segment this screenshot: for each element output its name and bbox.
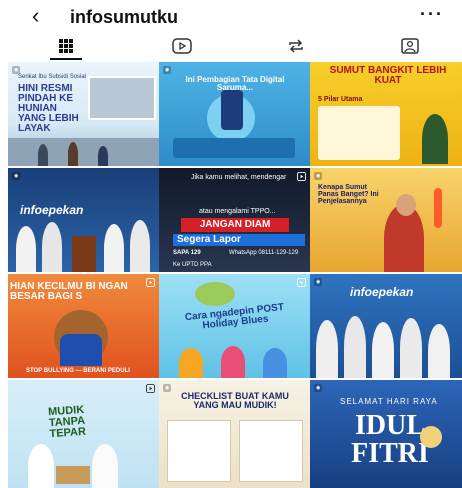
post-subtitle: STOP BULLYING — BERANI PEDULI	[26, 368, 130, 374]
post-tile[interactable]: SUMUT BANGKIT LEBIH KUAT 5 Pilar Utama	[310, 62, 462, 166]
reel-icon	[297, 172, 306, 181]
person-figure	[98, 146, 108, 166]
person-figure	[422, 114, 448, 164]
person-head	[396, 194, 416, 216]
logo: ◉	[163, 66, 172, 74]
tagged-person-icon	[401, 38, 419, 54]
post-tile[interactable]: ◉ CHECKLIST BUAT KAMU YANG MAU MUDIK!	[159, 380, 310, 488]
post-title: CHECKLIST BUAT KAMU YANG MAU MUDIK!	[181, 391, 289, 410]
post-tile[interactable]: ◉ infoepekan	[8, 168, 159, 272]
post-title: Cara ngadepin POST Holiday Blues	[184, 301, 285, 332]
info-box	[173, 138, 295, 158]
profile-tabs	[0, 36, 462, 60]
box-illustration	[56, 466, 90, 484]
post-tile[interactable]: Cara ngadepin POST Holiday Blues	[159, 274, 310, 378]
person-figure	[263, 348, 287, 378]
phone-illustration	[221, 90, 243, 130]
logo: ◉	[314, 384, 323, 392]
grid-icon	[59, 39, 73, 53]
checklist-card	[167, 420, 231, 482]
post-caption: Jika kamu melihat, mendengar	[191, 174, 287, 181]
profile-header: ‹ infosumutku ···	[0, 0, 462, 36]
photo	[8, 138, 159, 166]
tab-reposts[interactable]	[264, 36, 324, 58]
person-figure	[68, 142, 78, 166]
person-figure	[179, 348, 203, 378]
person-figure	[28, 444, 54, 488]
logo: ◉	[314, 278, 323, 286]
post-title: SUMUT BANGKIT LEBIH KUAT	[329, 65, 447, 86]
tab-tagged[interactable]	[378, 36, 438, 58]
checklist-card	[239, 420, 303, 482]
chevron-left-icon[interactable]: ‹	[32, 4, 39, 28]
post-subtitle: Serikat Ibu Subsidi Sosial	[18, 74, 87, 80]
play-icon	[172, 38, 192, 54]
person-figure	[130, 220, 150, 272]
post-title: Kenapa Sumut Panas Banget? Ini Penjelasa…	[318, 184, 379, 205]
person-figure	[316, 320, 338, 378]
person-figure	[38, 144, 48, 166]
character-illustration	[195, 282, 235, 306]
posts-grid: ◉ Serikat Ibu Subsidi Sosial HINI RESMI …	[8, 62, 462, 488]
post-subtitle: Segera Lapor	[173, 234, 305, 246]
reel-icon	[146, 384, 155, 393]
post-tile[interactable]: ◉ Serikat Ibu Subsidi Sosial HINI RESMI …	[8, 62, 159, 166]
profile-username: infosumutku	[70, 7, 178, 27]
photo	[88, 76, 156, 120]
podium	[72, 236, 96, 272]
post-caption: WhatsApp 08111-129-129	[229, 250, 299, 256]
post-tile[interactable]: HIAN KECILMU BI NGAN BESAR BAGI S STOP B…	[8, 274, 159, 378]
thermometer-icon	[434, 188, 442, 228]
post-tile[interactable]: MUDIK TANPA TEPAR	[8, 380, 159, 488]
post-title: HINI RESMI PINDAH KE HUNIAN YANG LEBIH L…	[18, 83, 79, 134]
person-figure	[92, 444, 118, 488]
post-tile[interactable]: ◉ Kenapa Sumut Panas Banget? Ini Penjela…	[310, 168, 462, 272]
reel-icon	[297, 278, 306, 287]
post-caption: atau mengalami TPPO...	[199, 208, 276, 215]
more-options-icon[interactable]: ···	[420, 4, 444, 25]
post-title: MUDIK TANPA TEPAR	[47, 403, 87, 441]
pillar-list	[318, 106, 400, 160]
person-figure	[400, 318, 422, 378]
logo: ◉	[12, 172, 21, 180]
post-title: infoepekan	[20, 203, 84, 217]
post-subtitle: SELAMAT HARI RAYA	[340, 397, 438, 406]
logo: ◉	[314, 172, 323, 180]
moon-icon	[420, 426, 442, 448]
post-caption: Ke UPTD PPA	[173, 262, 212, 268]
logo: ◉	[163, 384, 172, 392]
person-figure	[104, 224, 124, 272]
post-tile[interactable]: ◉ infoepekan	[310, 274, 462, 378]
repost-icon	[289, 39, 303, 53]
person-figure	[16, 226, 36, 272]
person-figure	[42, 222, 62, 272]
post-title: JANGAN DIAM	[181, 218, 289, 232]
tab-reels[interactable]	[150, 36, 210, 58]
logo: ◉	[12, 66, 21, 74]
post-subtitle: 5 Pilar Utama	[318, 96, 363, 103]
post-tile[interactable]: ◉ Ini Pembagian Tata Digital Saruma...	[159, 62, 310, 166]
tab-grid[interactable]	[36, 36, 96, 60]
mascot-illustration	[60, 334, 102, 366]
post-title: infoepekan	[350, 285, 414, 299]
post-tile[interactable]: ◉ SELAMAT HARI RAYA IDUL FITRI	[310, 380, 462, 488]
person-figure	[221, 346, 245, 378]
person-figure	[372, 322, 394, 378]
person-figure	[344, 316, 366, 378]
post-title: HIAN KECILMU BI NGAN BESAR BAGI S	[10, 281, 128, 302]
post-caption: SAPA 129	[173, 250, 201, 256]
post-tile[interactable]: Jika kamu melihat, mendengar atau mengal…	[159, 168, 310, 272]
person-figure	[428, 324, 450, 378]
